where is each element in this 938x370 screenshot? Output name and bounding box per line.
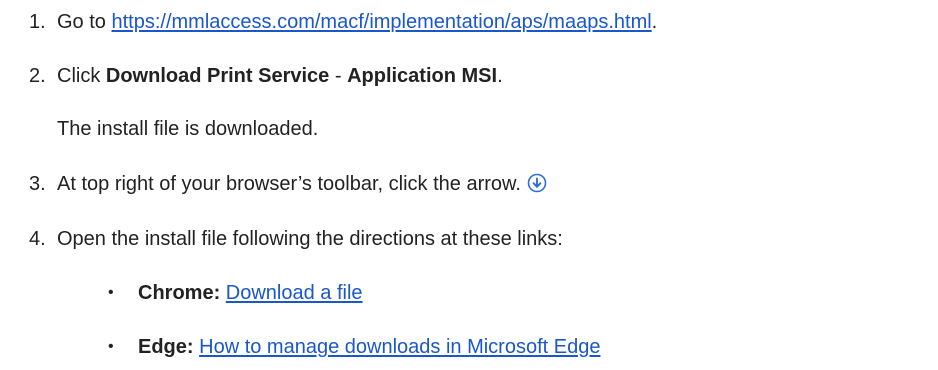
step-text: Click Download Print Service - Applicati… [57,64,503,88]
bullet-text: Chrome: Download a file [138,281,363,305]
chrome-download-link[interactable]: Download a file [226,282,363,304]
step-note: The install file is downloaded. [57,118,319,140]
bullet: • [108,284,114,301]
browser-name: Chrome: [138,282,221,304]
step-text: At top right of your browser’s toolbar, … [57,172,547,196]
step-separator: - [329,65,348,87]
application-msi-label: Application MSI [347,65,498,87]
step-4-text: Open the install file following the dire… [57,228,563,250]
step-number: 2. [29,65,46,87]
download-arrow-icon [527,173,547,193]
edge-downloads-link[interactable]: How to manage downloads in Microsoft Edg… [199,336,600,358]
step-suffix: . [497,65,503,87]
download-print-service-label: Download Print Service [105,65,330,87]
bullet: • [108,338,114,355]
step-suffix: . [651,11,658,33]
step-number: 3. [29,173,46,195]
aps-url-link[interactable]: https://mmlaccess.com/macf/implementatio… [111,11,651,33]
step-number: 4. [29,228,46,250]
step-number: 1. [29,11,46,33]
step-text: Go to https://mmlaccess.com/macf/impleme… [57,10,657,34]
step-3-text: At top right of your browser’s toolbar, … [57,173,521,195]
browser-name: Edge: [138,336,194,358]
bullet-text: Edge: How to manage downloads in Microso… [138,335,600,359]
step-prefix: Click [57,65,106,87]
step-prefix: Go to [57,11,112,33]
